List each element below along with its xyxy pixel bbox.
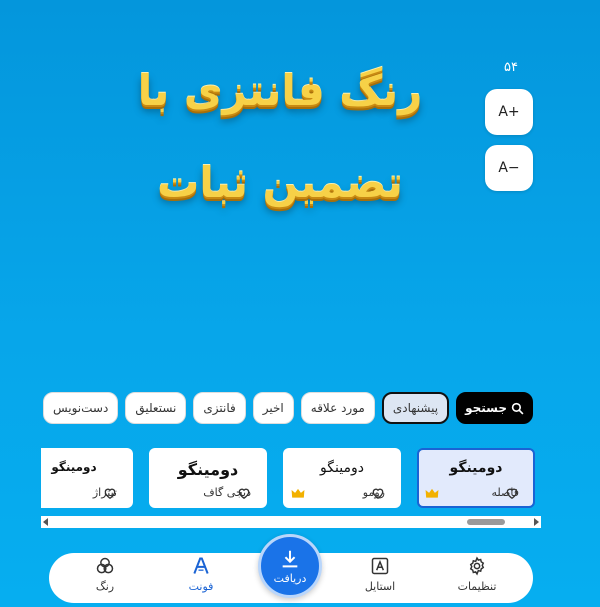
download-icon bbox=[282, 550, 298, 567]
category-chips: جستجو پیشنهادی مورد علاقه اخیر فانتزی نس… bbox=[41, 392, 533, 424]
font-list: دومینگو فاصله دومینگو رومو دومینگو دیجی … bbox=[41, 448, 541, 508]
font-size-value: ۵۴ bbox=[504, 60, 518, 75]
crown-icon bbox=[425, 488, 439, 498]
nav-color[interactable]: رنگ bbox=[70, 556, 140, 600]
style-icon bbox=[371, 557, 389, 575]
heart-icon[interactable] bbox=[103, 486, 117, 500]
heart-icon[interactable] bbox=[237, 486, 251, 500]
scroll-left-arrow-icon[interactable] bbox=[43, 518, 48, 526]
chip-favorites[interactable]: مورد علاقه bbox=[300, 392, 375, 424]
font-card[interactable]: دومینگو رومو bbox=[283, 448, 401, 508]
font-card[interactable]: دومینگو دیجی گاف bbox=[149, 448, 267, 508]
search-icon bbox=[511, 402, 524, 414]
font-sample: دومینگو bbox=[449, 460, 503, 476]
heart-icon[interactable] bbox=[371, 486, 385, 500]
scroll-thumb[interactable] bbox=[467, 519, 505, 525]
font-sample: دومینگو bbox=[320, 460, 364, 476]
increase-size-button[interactable]: A+ bbox=[485, 89, 533, 135]
font-list-scrollbar[interactable] bbox=[41, 516, 541, 528]
scroll-right-arrow-icon[interactable] bbox=[534, 518, 539, 526]
nav-font[interactable]: فونت bbox=[166, 556, 236, 600]
download-label: دریافت bbox=[273, 571, 307, 585]
font-card[interactable]: دومینگو تیتراژ bbox=[41, 448, 133, 508]
nav-style[interactable]: استایل bbox=[345, 556, 415, 600]
download-button[interactable]: دریافت bbox=[258, 534, 322, 598]
chip-handwriting[interactable]: دست‌نویس bbox=[42, 392, 119, 424]
chip-nastaliq[interactable]: نستعلیق bbox=[125, 392, 187, 424]
font-sample: دومینگو bbox=[51, 460, 97, 474]
heart-icon[interactable] bbox=[505, 486, 519, 500]
nav-font-label: فونت bbox=[188, 580, 214, 593]
font-sample: دومینگو bbox=[177, 460, 239, 479]
preview-text: رنگ فانتزی با تضمین ثبات bbox=[137, 66, 423, 207]
chip-suggested[interactable]: پیشنهادی bbox=[381, 392, 450, 424]
chip-fantasy[interactable]: فانتزی bbox=[193, 392, 246, 424]
decrease-size-button[interactable]: A− bbox=[485, 145, 533, 191]
font-card[interactable]: دومینگو فاصله bbox=[417, 448, 535, 508]
gear-icon bbox=[469, 556, 485, 576]
font-icon bbox=[193, 557, 209, 574]
crown-icon bbox=[291, 488, 305, 498]
color-palette-icon bbox=[96, 557, 114, 574]
nav-style-label: استایل bbox=[364, 580, 396, 593]
chip-recent[interactable]: اخیر bbox=[252, 392, 294, 424]
nav-settings-label: تنظیمات bbox=[457, 580, 497, 593]
nav-color-label: رنگ bbox=[95, 580, 115, 593]
nav-settings[interactable]: تنظیمات bbox=[442, 556, 512, 600]
search-chip[interactable]: جستجو bbox=[456, 392, 533, 424]
search-chip-label: جستجو bbox=[465, 401, 507, 415]
